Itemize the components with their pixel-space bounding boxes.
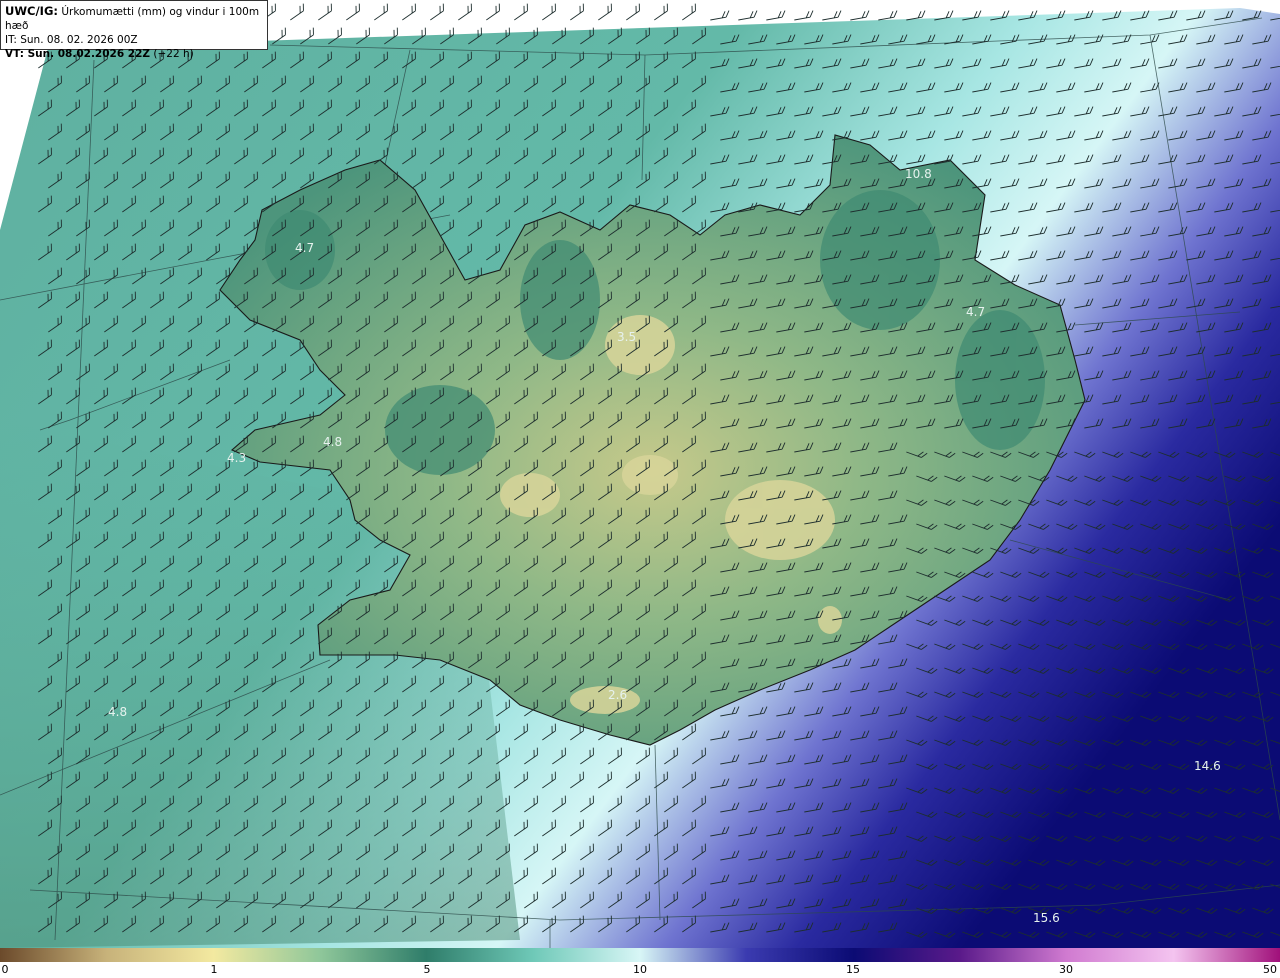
wind-barb xyxy=(906,10,926,21)
wind-barb xyxy=(850,10,870,21)
wind-barb xyxy=(458,3,472,21)
wind-barb xyxy=(654,3,668,21)
colorbar-gradient xyxy=(0,948,1280,962)
initial-time: IT: Sun. 08. 02. 2026 00Z xyxy=(5,34,138,46)
wind-barb xyxy=(682,3,696,21)
wind-barb xyxy=(430,3,444,21)
map-value-label: 15.6 xyxy=(1033,911,1060,925)
wind-barb xyxy=(402,3,416,21)
map-value-label: 4.7 xyxy=(295,241,314,255)
map-view: 4.7 10.8 4.7 3.5 4.8 4.3 4.8 2.6 14.6 15… xyxy=(0,0,1280,948)
wind-barb xyxy=(710,10,730,21)
map-value-label: 4.8 xyxy=(323,435,342,449)
wind-barb xyxy=(598,3,612,21)
product-line: UWC/IG: Úrkomumætti (mm) og vindur i 100… xyxy=(5,4,263,33)
product-code: UWC/IG: xyxy=(5,4,58,18)
wind-barb xyxy=(738,10,758,21)
wind-barb xyxy=(878,10,898,21)
precipitation-map: 4.7 10.8 4.7 3.5 4.8 4.3 4.8 2.6 14.6 15… xyxy=(0,3,1280,948)
wind-barb xyxy=(766,10,786,21)
wind-barb xyxy=(822,10,842,21)
map-value-label: 4.8 xyxy=(108,705,127,719)
map-value-label: 14.6 xyxy=(1194,759,1221,773)
wind-barb xyxy=(542,3,556,21)
valid-time: VT: Sun. 08.02.2026 22Z xyxy=(5,48,151,60)
colorbar-tick: 5 xyxy=(423,963,431,976)
map-value-label: 4.3 xyxy=(227,451,246,465)
forecast-info-box: UWC/IG: Úrkomumætti (mm) og vindur i 100… xyxy=(0,0,268,60)
map-value-label: 10.8 xyxy=(905,167,932,181)
colorbar-tick: 0 xyxy=(1,963,9,976)
wind-barb xyxy=(290,3,304,21)
colorbar-tick: 30 xyxy=(1059,963,1073,976)
lead-time: (+22 h) xyxy=(153,48,194,60)
map-value-label: 3.5 xyxy=(617,330,636,344)
colorbar-tick: 10 xyxy=(633,963,647,976)
wind-barb xyxy=(570,3,584,21)
wind-barb xyxy=(626,3,640,21)
valid-time-line: VT: Sun. 08.02.2026 22Z (+22 h) xyxy=(5,47,263,61)
wind-barb xyxy=(486,3,500,21)
wind-barb xyxy=(346,3,360,21)
wind-barb xyxy=(318,3,332,21)
colorbar-tick: 50 xyxy=(1263,963,1277,976)
map-value-label: 4.7 xyxy=(966,305,985,319)
wind-barb xyxy=(514,3,528,21)
colorbar-legend: 0 1 5 10 15 30 50 xyxy=(0,948,1280,978)
colorbar-tick: 15 xyxy=(846,963,860,976)
wind-barb xyxy=(794,10,814,21)
map-value-label: 2.6 xyxy=(608,688,627,702)
colorbar-tick: 1 xyxy=(210,963,218,976)
wind-barb xyxy=(374,3,388,21)
